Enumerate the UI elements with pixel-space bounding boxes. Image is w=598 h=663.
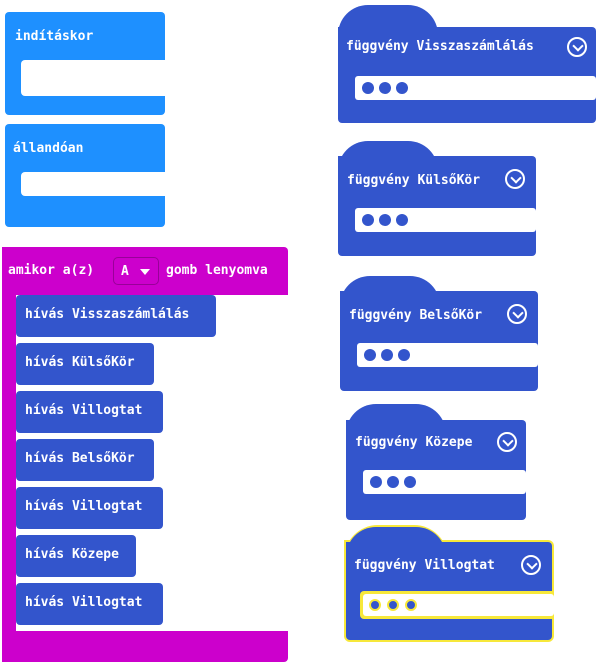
chevron-down-icon[interactable] bbox=[505, 169, 525, 189]
param-dot bbox=[362, 82, 374, 94]
param-dot bbox=[379, 82, 391, 94]
function-params[interactable] bbox=[355, 208, 536, 232]
function-params[interactable] bbox=[363, 470, 526, 494]
on-start-block[interactable]: indításkor bbox=[5, 12, 165, 115]
param-dot bbox=[387, 476, 399, 488]
chevron-down-icon[interactable] bbox=[497, 432, 517, 452]
forever-block[interactable]: állandóan bbox=[5, 124, 165, 227]
function-def-belsokor[interactable]: függvény BelsőKör bbox=[340, 276, 538, 391]
param-dot bbox=[362, 214, 374, 226]
call-label: hívás BelsőKör bbox=[25, 451, 135, 466]
chevron-down-icon[interactable] bbox=[507, 304, 527, 324]
triangle-down-icon bbox=[140, 269, 150, 275]
param-dot bbox=[405, 599, 417, 611]
call-label: hívás Visszaszámlálás bbox=[25, 307, 190, 322]
button-select[interactable]: A bbox=[113, 257, 159, 285]
forever-slot bbox=[21, 172, 165, 196]
call-block-belsokor[interactable]: hívás BelsőKör bbox=[16, 439, 154, 481]
param-dot bbox=[398, 349, 410, 361]
function-body bbox=[338, 156, 536, 256]
call-label: hívás Villogtat bbox=[25, 595, 143, 610]
call-block-villogtat[interactable]: hívás Villogtat bbox=[16, 391, 163, 433]
function-params[interactable] bbox=[355, 76, 596, 100]
call-block-visszaszamlalas[interactable]: hívás Visszaszámlálás bbox=[16, 295, 216, 337]
param-dot bbox=[379, 214, 391, 226]
call-block-kozepe[interactable]: hívás Közepe bbox=[16, 535, 136, 577]
function-label: függvény Villogtat bbox=[354, 558, 495, 573]
call-label: hívás Közepe bbox=[25, 547, 119, 562]
function-def-kulsokor[interactable]: függvény KülsőKör bbox=[338, 141, 536, 256]
forever-label: állandóan bbox=[13, 141, 84, 156]
param-dot bbox=[364, 349, 376, 361]
function-label: függvény Visszaszámlálás bbox=[346, 39, 534, 54]
call-label: hívás KülsőKör bbox=[25, 355, 135, 370]
chevron-down-icon[interactable] bbox=[521, 555, 541, 575]
param-dot bbox=[404, 476, 416, 488]
on-button-footer bbox=[2, 631, 288, 662]
param-dot bbox=[370, 476, 382, 488]
call-block-villogtat[interactable]: hívás Villogtat bbox=[16, 583, 163, 625]
on-start-label: indításkor bbox=[15, 29, 94, 44]
function-body bbox=[340, 291, 538, 391]
param-dot bbox=[387, 599, 399, 611]
function-def-kozepe[interactable]: függvény Közepe bbox=[346, 404, 526, 520]
call-block-kulsokor[interactable]: hívás KülsőKör bbox=[16, 343, 154, 385]
chevron-down-icon[interactable] bbox=[567, 37, 587, 57]
call-block-villogtat[interactable]: hívás Villogtat bbox=[16, 487, 163, 529]
on-button-suffix: gomb lenyomva bbox=[166, 263, 268, 278]
function-def-villogtat[interactable]: függvény Villogtat bbox=[344, 525, 554, 642]
function-label: függvény Közepe bbox=[355, 435, 473, 450]
on-start-slot bbox=[21, 60, 165, 96]
param-dot bbox=[369, 599, 381, 611]
function-label: függvény KülsőKör bbox=[347, 173, 481, 188]
param-dot bbox=[396, 214, 408, 226]
on-button-prefix: amikor a(z) bbox=[8, 263, 95, 278]
on-button-spine bbox=[2, 247, 16, 662]
param-dot bbox=[381, 349, 393, 361]
function-def-visszaszamlalas[interactable]: függvény Visszaszámlálás bbox=[338, 5, 596, 123]
button-select-value: A bbox=[121, 264, 129, 279]
function-params[interactable] bbox=[357, 343, 538, 367]
call-label: hívás Villogtat bbox=[25, 403, 143, 418]
function-label: függvény BelsőKör bbox=[349, 308, 483, 323]
call-label: hívás Villogtat bbox=[25, 499, 143, 514]
param-dot bbox=[396, 82, 408, 94]
function-params[interactable] bbox=[363, 594, 554, 616]
